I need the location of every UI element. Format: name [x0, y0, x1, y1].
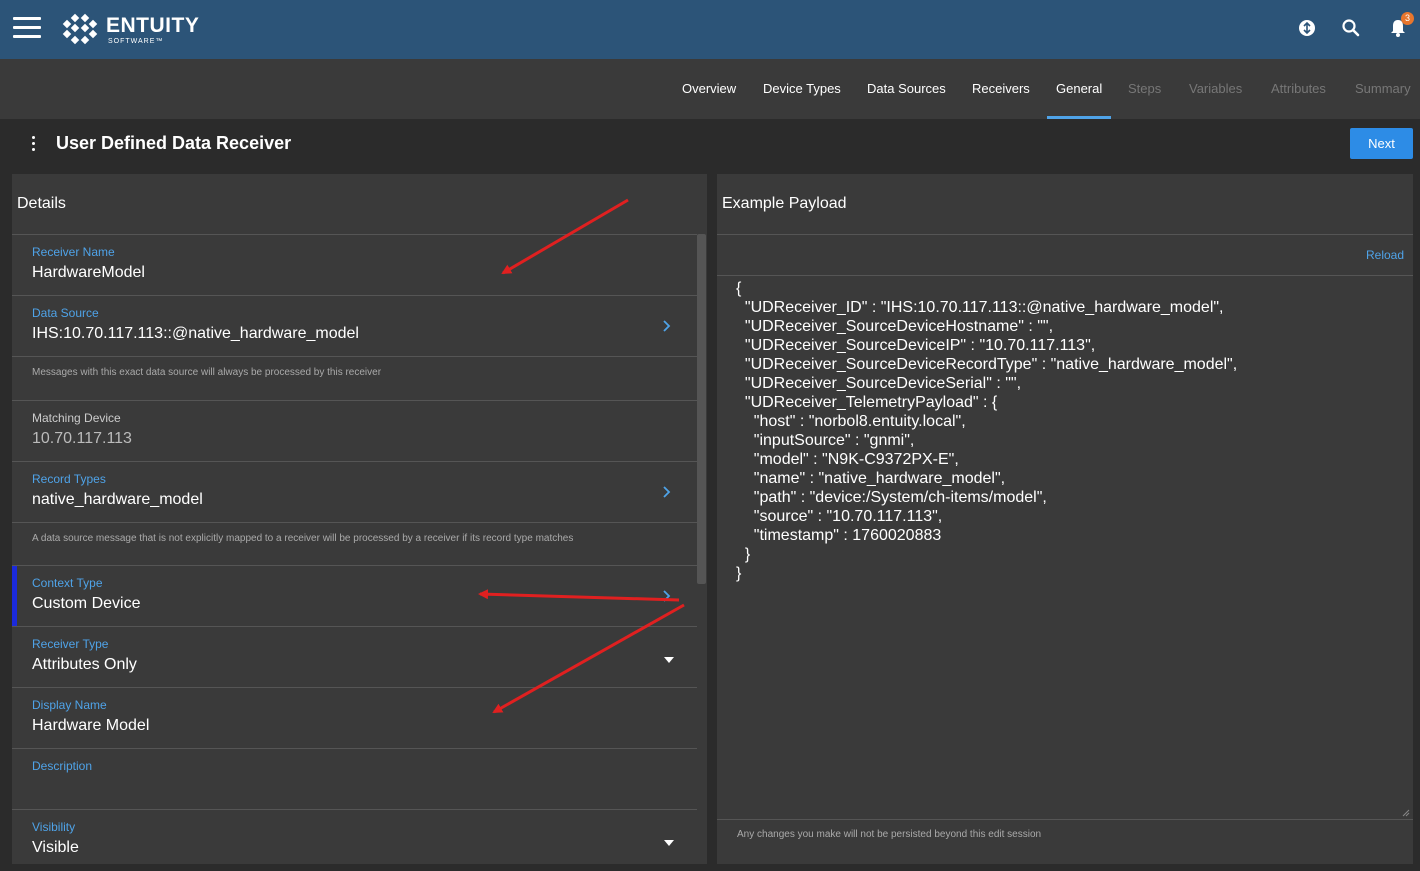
visibility-value[interactable]: Visible — [32, 839, 79, 857]
tab-steps: Steps — [1128, 81, 1162, 96]
record-types-hint-row: A data source message that is not explic… — [12, 522, 697, 565]
entuity-logo-mark-icon — [62, 13, 98, 45]
tab-receivers[interactable]: Receivers — [972, 59, 1030, 119]
receiver-name-value[interactable]: HardwareModel — [32, 264, 145, 282]
divider — [717, 234, 1413, 235]
description-label: Description — [32, 759, 93, 773]
receiver-type-label: Receiver Type — [32, 637, 109, 651]
matching-device-field: Matching Device 10.70.117.113 — [12, 400, 697, 461]
brand-subtitle: SOFTWARE™ — [108, 38, 164, 45]
top-app-bar: ENTUITY SOFTWARE™ 3 — [0, 0, 1420, 59]
tab-overview[interactable]: Overview — [682, 59, 736, 119]
receiver-type-value[interactable]: Attributes Only — [32, 656, 137, 674]
payload-text[interactable]: { "UDReceiver_ID" : "IHS:10.70.117.113::… — [736, 279, 1237, 583]
brand-name: ENTUITY — [106, 14, 200, 37]
context-type-field[interactable]: Context Type Custom Device — [12, 565, 697, 626]
hamburger-menu-icon[interactable] — [13, 17, 41, 39]
details-scrollbar[interactable] — [697, 234, 706, 584]
details-title: Details — [17, 195, 66, 212]
payload-footnote: Any changes you make will not be persist… — [737, 829, 1042, 840]
visibility-label: Visibility — [32, 820, 76, 834]
resize-handle-icon[interactable] — [1402, 809, 1410, 817]
visibility-field[interactable]: Visibility Visible — [12, 809, 697, 864]
receiver-type-field[interactable]: Receiver Type Attributes Only — [12, 626, 697, 687]
context-type-value: Custom Device — [32, 595, 141, 612]
tab-summary: Summary — [1355, 81, 1411, 96]
globe-sync-icon[interactable] — [1296, 17, 1318, 39]
receiver-name-label: Receiver Name — [32, 245, 115, 259]
entuity-logo[interactable]: ENTUITY SOFTWARE™ — [60, 12, 199, 48]
description-field[interactable]: Description — [12, 748, 697, 809]
more-vert-icon[interactable] — [27, 136, 39, 152]
tab-data-sources[interactable]: Data Sources — [867, 59, 946, 119]
chevron-right-icon[interactable] — [660, 320, 672, 332]
record-types-field[interactable]: Record Types native_hardware_model — [12, 461, 697, 522]
payload-editor[interactable]: { "UDReceiver_ID" : "IHS:10.70.117.113::… — [717, 275, 1413, 820]
notification-badge: 3 — [1401, 12, 1414, 25]
matching-device-label: Matching Device — [32, 411, 121, 425]
record-types-value: native_hardware_model — [32, 491, 203, 508]
display-name-label: Display Name — [32, 698, 107, 712]
next-button[interactable]: Next — [1350, 128, 1413, 159]
page-title: User Defined Data Receiver — [56, 133, 292, 153]
search-icon[interactable] — [1340, 17, 1362, 39]
data-source-hint: Messages with this exact data source wil… — [32, 367, 382, 378]
reload-link[interactable]: Reload — [1366, 248, 1404, 262]
details-panel: Details Receiver Name HardwareModel Data… — [12, 174, 707, 864]
chevron-right-icon[interactable] — [660, 590, 672, 602]
payload-title: Example Payload — [722, 195, 847, 212]
record-types-label: Record Types — [32, 472, 106, 486]
tab-variables: Variables — [1189, 81, 1243, 96]
data-source-label: Data Source — [32, 306, 99, 320]
payload-panel: Example Payload Reload { "UDReceiver_ID"… — [717, 174, 1413, 864]
tab-device-types[interactable]: Device Types — [763, 59, 841, 119]
dropdown-caret-icon[interactable] — [664, 657, 674, 663]
logo-text: ENTUITY SOFTWARE™ — [106, 15, 199, 45]
chevron-right-icon[interactable] — [660, 486, 672, 498]
dropdown-caret-icon[interactable] — [664, 840, 674, 846]
display-name-field[interactable]: Display Name Hardware Model — [12, 687, 697, 748]
display-name-value[interactable]: Hardware Model — [32, 717, 149, 735]
record-types-hint: A data source message that is not explic… — [32, 533, 574, 544]
tab-attributes: Attributes — [1271, 81, 1326, 96]
context-type-label: Context Type — [32, 576, 103, 590]
data-source-field[interactable]: Data Source IHS:10.70.117.113::@native_h… — [12, 295, 697, 356]
wizard-tab-bar: Overview Device Types Data Sources Recei… — [0, 59, 1420, 119]
data-source-value: IHS:10.70.117.113::@native_hardware_mode… — [32, 325, 359, 342]
matching-device-value: 10.70.117.113 — [32, 430, 132, 447]
tab-general[interactable]: General — [1046, 59, 1112, 119]
data-source-hint-row: Messages with this exact data source wil… — [12, 356, 697, 400]
receiver-name-field[interactable]: Receiver Name HardwareModel — [12, 234, 697, 295]
